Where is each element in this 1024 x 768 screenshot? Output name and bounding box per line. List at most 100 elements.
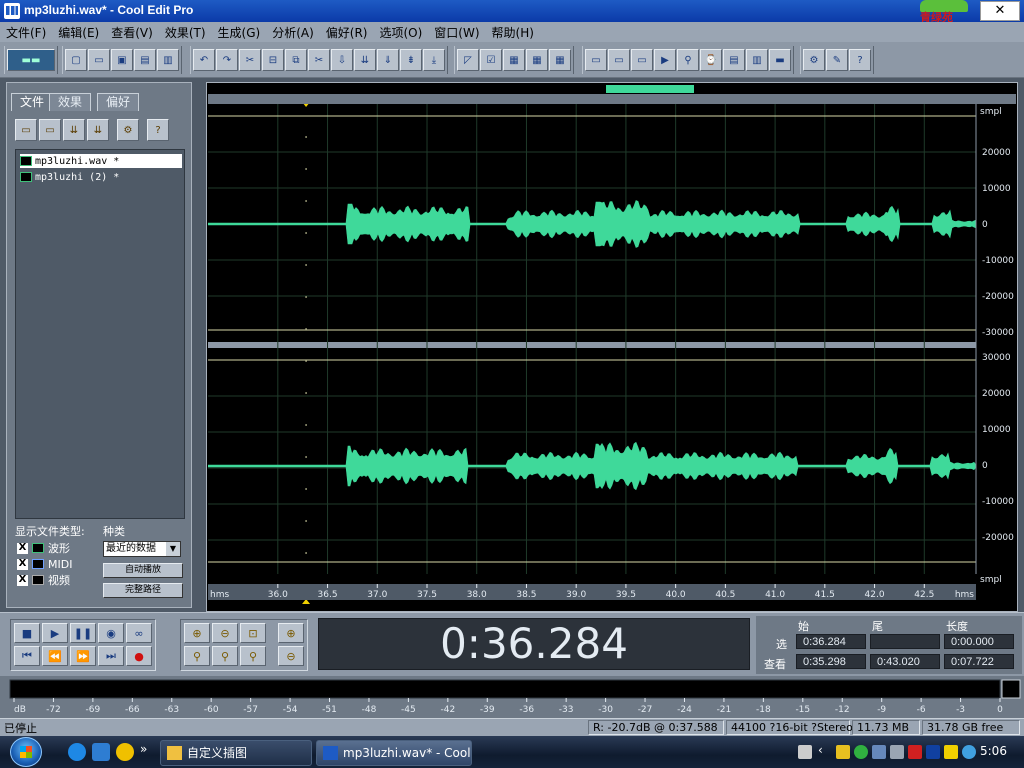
menu-edit[interactable]: 编辑(E) [52, 24, 105, 41]
list-item[interactable]: mp3luzhi (2) * [20, 170, 123, 184]
insert-icon[interactable]: ⇊ [63, 119, 85, 141]
delete-icon[interactable]: ✂ [308, 49, 330, 71]
play-to-end-icon[interactable]: ◉ [98, 623, 124, 643]
mix-paste-icon[interactable]: ⇊ [354, 49, 376, 71]
level-meter-icon[interactable]: ▥ [746, 49, 768, 71]
display-icon[interactable] [890, 745, 904, 759]
menu-favorites[interactable]: 偏好(R) [320, 24, 374, 41]
filetype-wave-row[interactable]: X 波形 [17, 541, 70, 555]
waveform-canvas[interactable]: smpl smpl 20000 10000 0 -10000 -20000 -30000 300… [208, 104, 1016, 606]
snap-icon[interactable]: ⤓ [423, 49, 445, 71]
zoom-in-vertical-icon[interactable]: ⊕ [278, 623, 304, 643]
zoom-out-vertical-icon[interactable]: ⊖ [278, 646, 304, 666]
paste-new-icon[interactable]: ⇓ [377, 49, 399, 71]
video-checkbox[interactable]: X [17, 574, 28, 586]
loop-icon[interactable]: ∞ [126, 623, 152, 643]
qq-icon[interactable] [116, 743, 134, 761]
edit-file-icon[interactable]: ⇊ [87, 119, 109, 141]
spectral-view-icon[interactable]: ▦ [526, 49, 548, 71]
close-button[interactable]: ✕ [980, 1, 1020, 21]
menu-help[interactable]: 帮助(H) [486, 24, 540, 41]
save-icon[interactable]: ▣ [111, 49, 133, 71]
pause-icon[interactable]: ❚❚ [70, 623, 96, 643]
filetype-midi-row[interactable]: X MIDI [17, 557, 72, 571]
full-path-button[interactable]: 完整路径 [103, 583, 183, 598]
autoplay-button[interactable]: 自动播放 [103, 563, 183, 578]
outlook-icon[interactable] [92, 743, 110, 761]
selection-end-field[interactable] [870, 634, 940, 649]
trim-icon[interactable]: ⊟ [262, 49, 284, 71]
play-icon[interactable]: ▶ [42, 623, 68, 643]
close-file-icon[interactable]: ▭ [39, 119, 61, 141]
cue-list-icon[interactable]: ▭ [631, 49, 653, 71]
menu-generate[interactable]: 生成(G) [212, 24, 267, 41]
list-item[interactable]: mp3luzhi.wav * [20, 154, 182, 168]
cd-view-icon[interactable]: ▭ [608, 49, 630, 71]
panel-help-icon[interactable]: ? [147, 119, 169, 141]
fast-forward-icon[interactable]: ⏩ [70, 646, 96, 666]
zoom-left-icon[interactable]: ⚲ [184, 646, 210, 666]
redo-icon[interactable]: ↷ [216, 49, 238, 71]
view-length-field[interactable]: 0:07.722 [944, 654, 1014, 669]
rewind-icon[interactable]: ⏪ [42, 646, 68, 666]
tab-favorites[interactable]: 偏好 [97, 93, 140, 111]
tray-expand-icon[interactable]: ‹ [818, 743, 832, 757]
zoom-out-icon[interactable]: ⊖ [212, 623, 238, 643]
kind-select[interactable]: 最近的数据 [103, 541, 181, 557]
options-icon[interactable]: ⚙ [117, 119, 139, 141]
organizer-icon[interactable]: ▭ [585, 49, 607, 71]
view-begin-field[interactable]: 0:35.298 [796, 654, 866, 669]
quicklaunch-chevron[interactable]: » [140, 742, 147, 756]
menu-window[interactable]: 窗口(W) [428, 24, 485, 41]
close-file-icon[interactable]: ▥ [157, 49, 179, 71]
shield-icon[interactable] [836, 745, 850, 759]
track-view-icon[interactable]: ▦ [503, 49, 525, 71]
filetype-video-row[interactable]: X 视频 [17, 573, 70, 587]
menu-analyze[interactable]: 分析(A) [266, 24, 320, 41]
selection-length-field[interactable]: 0:00.000 [944, 634, 1014, 649]
midi-checkbox[interactable]: X [17, 558, 28, 570]
app-icon[interactable] [4, 3, 20, 19]
view-end-field[interactable]: 0:43.020 [870, 654, 940, 669]
go-to-start-icon[interactable]: ⏮ [14, 646, 40, 666]
settings-icon[interactable]: ⚙ [803, 49, 825, 71]
script-icon[interactable]: ✎ [826, 49, 848, 71]
help-icon[interactable]: ? [849, 49, 871, 71]
paste-icon[interactable]: ⇩ [331, 49, 353, 71]
input-method-icon[interactable] [926, 745, 940, 759]
play-list-icon[interactable]: ▶ [654, 49, 676, 71]
new-file-icon[interactable]: ▢ [65, 49, 87, 71]
cut-icon[interactable]: ✂ [239, 49, 261, 71]
record-icon[interactable]: ● [126, 646, 152, 666]
warning-icon[interactable] [944, 745, 958, 759]
save-all-icon[interactable]: ▤ [134, 49, 156, 71]
overview-range-bar[interactable] [208, 84, 976, 94]
check-icon[interactable]: ☑ [480, 49, 502, 71]
task-folder[interactable]: 自定义插图 [160, 740, 312, 766]
volume-icon[interactable] [962, 745, 976, 759]
multitrack-toggle-icon[interactable]: ▬▬ [7, 49, 55, 71]
go-to-end-icon[interactable]: ⏭ [98, 646, 124, 666]
mixer-icon[interactable]: ▤ [723, 49, 745, 71]
copy-icon[interactable]: ⧉ [285, 49, 307, 71]
undo-icon[interactable]: ↶ [193, 49, 215, 71]
menu-file[interactable]: 文件(F) [0, 24, 52, 41]
task-cooledit[interactable]: mp3luzhi.wav* - Cool ... [316, 740, 472, 766]
network-icon[interactable] [872, 745, 886, 759]
zoom-selection-icon[interactable]: ⚲ [240, 646, 266, 666]
menu-view[interactable]: 查看(V) [105, 24, 159, 41]
tab-files[interactable]: 文件 [11, 93, 54, 111]
zoom-full-icon[interactable]: ⊡ [240, 623, 266, 643]
start-button-icon[interactable] [10, 737, 42, 767]
paste-special-icon[interactable]: ⇟ [400, 49, 422, 71]
open-file-icon[interactable]: ▭ [15, 119, 37, 141]
zoom-right-icon[interactable]: ⚲ [212, 646, 238, 666]
open-folder-icon[interactable]: ▭ [88, 49, 110, 71]
menu-options[interactable]: 选项(O) [373, 24, 428, 41]
ati-icon[interactable] [908, 745, 922, 759]
menu-effects[interactable]: 效果(T) [159, 24, 212, 41]
grid-view-icon[interactable]: ▦ [549, 49, 571, 71]
update-icon[interactable] [854, 745, 868, 759]
envelope-icon[interactable]: ◸ [457, 49, 479, 71]
selection-begin-field[interactable]: 0:36.284 [796, 634, 866, 649]
